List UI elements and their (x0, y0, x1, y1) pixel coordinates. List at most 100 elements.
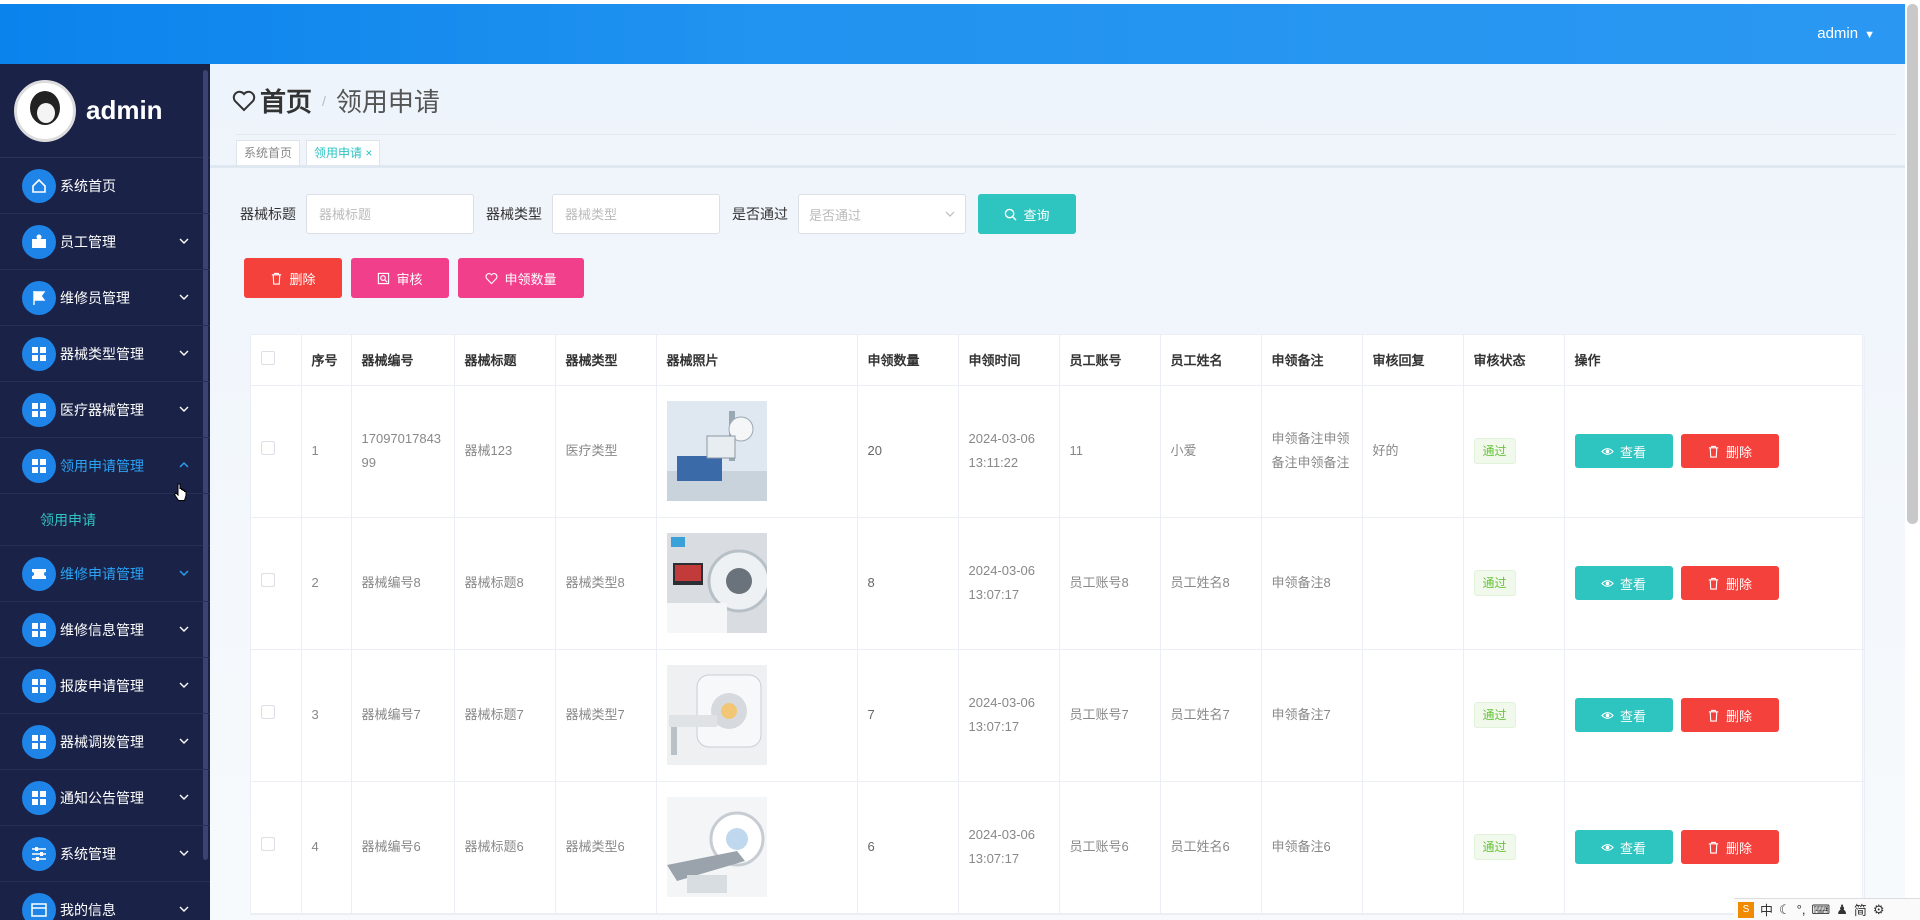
cell-time-text: 13:07:17 (968, 587, 1020, 602)
cell-name: 小爱 (1160, 385, 1262, 518)
user-icon[interactable]: ♟ (1836, 902, 1848, 918)
ime-toolbar[interactable]: S 中 ☾ °, ⌨ ♟ 简 ⚙ (1734, 898, 1920, 920)
moon-icon[interactable]: ☾ (1779, 902, 1791, 918)
sidebar-item-label: 领用申请管理 (60, 457, 144, 474)
batch-delete-button[interactable]: 删除 (244, 258, 342, 298)
cell-type: 器械类型8 (555, 517, 657, 650)
sidebar-item-2[interactable]: 维修员管理 (0, 270, 210, 326)
cell-status: 通过 (1463, 385, 1565, 518)
cell-index: 3 (301, 649, 352, 782)
column-header: 器械照片 (656, 335, 858, 386)
audit-label: 审核 (396, 271, 423, 287)
ime-script[interactable]: 简 (1854, 900, 1867, 919)
delete-button[interactable]: 删除 (1680, 434, 1779, 468)
cell-date-text: 2024-03-06 (968, 431, 1036, 446)
cell-remark: 申领备注7 (1261, 649, 1363, 782)
view-button[interactable]: 查看 (1574, 830, 1673, 864)
ime-logo-icon: S (1738, 901, 1754, 918)
sidebar-item-6[interactable]: 维修申请管理 (0, 546, 210, 602)
view-button[interactable]: 查看 (1574, 566, 1673, 600)
sidebar-item-8[interactable]: 报废申请管理 (0, 658, 210, 714)
gear-icon[interactable]: ⚙ (1873, 902, 1885, 918)
page-scrollbar[interactable] (1907, 4, 1918, 524)
row-checkbox[interactable] (261, 573, 275, 587)
type-input[interactable] (552, 194, 720, 234)
trash-icon (272, 272, 282, 285)
row-checkbox[interactable] (261, 705, 275, 719)
apply-count-button[interactable]: 申领数量 (458, 258, 584, 298)
tab-apply[interactable]: 领用申请 × (306, 140, 381, 166)
column-header: 审核状态 (1463, 335, 1565, 386)
column-header: 序号 (301, 335, 352, 386)
sidebar-item-3[interactable]: 器械类型管理 (0, 326, 210, 382)
table-row[interactable]: 1 1709701784399 器械123 医疗类型 20 2024-03-06 13:11… (251, 385, 1865, 518)
keyboard-icon[interactable]: ⌨ (1811, 902, 1830, 918)
cell-time: 2024-03-06 13:07:17 (958, 781, 1060, 914)
breadcrumb-home[interactable]: 首页 (260, 82, 312, 119)
cell-photo (656, 517, 858, 650)
audit-button[interactable]: 审核 (351, 258, 449, 298)
table-row[interactable]: 3 器械编号7 器械标题7 器械类型7 7 2024-03-06 13:07:17 员工账号7… (251, 649, 1865, 782)
delete-button[interactable]: 删除 (1680, 566, 1779, 600)
cell-actions: 查看 删除 (1564, 781, 1865, 914)
device-photo[interactable] (666, 797, 767, 897)
status-badge: 通过 (1473, 570, 1516, 596)
batch-delete-label: 删除 (289, 271, 316, 287)
chevron-down-icon (179, 406, 189, 412)
query-button-label: 查询 (1023, 207, 1050, 223)
user-menu[interactable]: admin ▼ (1817, 25, 1875, 42)
ime-mode[interactable]: 中 (1760, 900, 1773, 919)
grid-icon (22, 612, 56, 647)
sidebar-item-11[interactable]: 系统管理 (0, 826, 210, 882)
table-row[interactable]: 2 器械编号8 器械标题8 器械类型8 8 2024-03-06 13:07:17 员工账号8… (251, 517, 1865, 650)
grid-icon (22, 392, 56, 427)
table-header-row: 序号 器械编号 器械标题 器械类型 器械照片 申领数量 申领时间 员工账号 员工… (251, 335, 1865, 386)
sidebar-item-label: 我的信息 (60, 901, 116, 918)
passed-select[interactable]: 是否通过 (798, 194, 966, 234)
delete-button[interactable]: 删除 (1680, 830, 1779, 864)
grid-icon (22, 668, 56, 703)
row-checkbox[interactable] (261, 837, 275, 851)
card-icon (22, 892, 56, 920)
device-photo[interactable] (666, 665, 767, 765)
select-all-checkbox[interactable] (261, 351, 275, 366)
title-input[interactable] (306, 194, 474, 234)
row-select-cell (251, 517, 302, 650)
sidebar-item-1[interactable]: 员工管理 (0, 214, 210, 270)
view-button[interactable]: 查看 (1574, 698, 1673, 732)
column-header: 器械类型 (555, 335, 657, 386)
grid-icon (22, 780, 56, 815)
sidebar-item-10[interactable]: 通知公告管理 (0, 770, 210, 826)
sidebar-item-label: 医疗器械管理 (60, 401, 144, 418)
type-label: 器械类型 (486, 206, 542, 222)
row-checkbox[interactable] (261, 441, 275, 455)
close-icon[interactable]: × (365, 146, 372, 160)
cell-time-text: 13:07:17 (968, 851, 1020, 866)
sidebar-menu: 系统首页 员工管理 维修员管理 器械类型管理 医疗器械管理 领用申请管理 领用申请 维修申请管… (0, 158, 210, 920)
tab-home[interactable]: 系统首页 (236, 140, 301, 166)
cell-title: 器械123 (454, 385, 556, 518)
device-photo[interactable] (666, 533, 767, 633)
query-button[interactable]: 查询 (978, 194, 1076, 234)
sidebar-item-0[interactable]: 系统首页 (0, 158, 210, 214)
cell-index: 1 (301, 385, 352, 518)
sidebar-item-9[interactable]: 器械调拨管理 (0, 714, 210, 770)
cell-reply (1362, 517, 1464, 650)
sidebar-item-4[interactable]: 医疗器械管理 (0, 382, 210, 438)
chevron-down-icon (179, 238, 189, 244)
sidebar-profile: admin (0, 64, 210, 158)
view-button[interactable]: 查看 (1574, 434, 1673, 468)
heart-icon (486, 272, 498, 284)
table-row[interactable]: 4 器械编号6 器械标题6 器械类型6 6 2024-03-06 13:07:17 员工账号6… (251, 781, 1865, 914)
eye-icon (1601, 447, 1614, 455)
chevron-up-icon (179, 462, 189, 468)
sidebar-item-7[interactable]: 维修信息管理 (0, 602, 210, 658)
sidebar-item-12[interactable]: 我的信息 (0, 882, 210, 920)
delete-button[interactable]: 删除 (1680, 698, 1779, 732)
cell-time-text: 13:11:22 (968, 455, 1019, 470)
cell-index: 4 (301, 781, 352, 914)
profile-name: admin (86, 95, 163, 125)
device-photo[interactable] (666, 401, 767, 501)
main-content: 首页 / 领用申请 系统首页 领用申请 × 器械标题 器械类型 是否通过 是否通… (210, 64, 1905, 920)
punctuation-icon[interactable]: °, (1797, 902, 1806, 917)
